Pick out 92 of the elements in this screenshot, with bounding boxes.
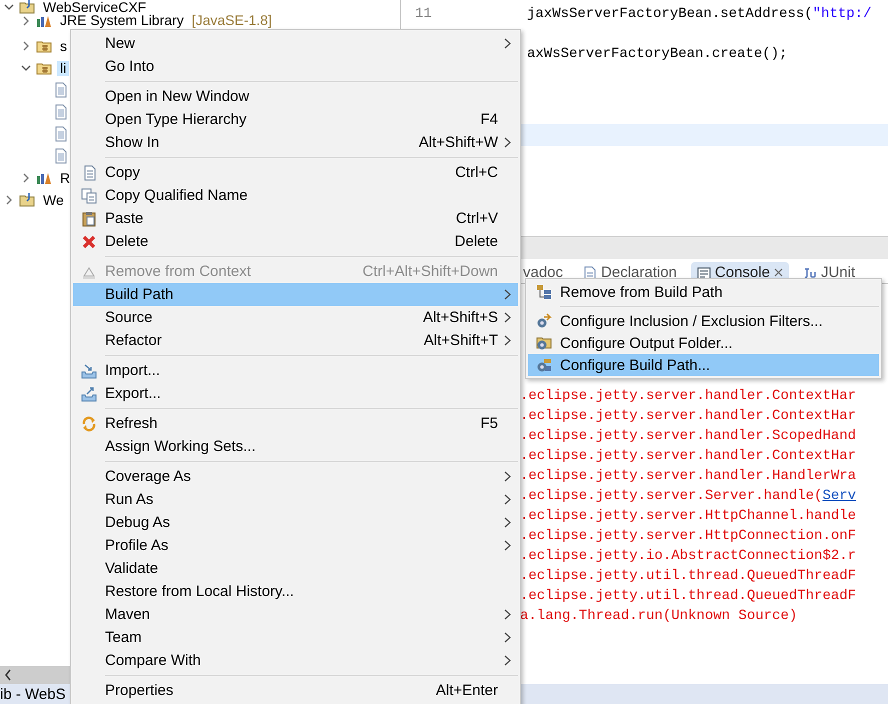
line-number: 11 [414,6,433,22]
chevron-icon[interactable] [21,63,31,73]
menu-item[interactable]: Refresh F5 [73,412,518,435]
library-icon [536,284,552,300]
refresh-icon [81,416,97,432]
shortcut-label: Ctrl+V [456,210,498,227]
console-line: .eclipse.jetty.server.handler.HandlerWra [520,467,858,486]
source-link[interactable]: Serv [822,488,856,504]
gear-library-icon [536,357,552,373]
menu-item[interactable]: Maven [73,603,518,626]
project-folder-icon [19,192,35,208]
scroll-left-icon[interactable] [4,669,12,681]
menu-item[interactable]: Paste Ctrl+V [73,207,518,230]
close-icon[interactable] [774,268,783,277]
import-icon [81,362,97,378]
tree-item[interactable]: s [57,38,70,54]
console-line: .eclipse.jetty.util.thread.QueuedThreadF [520,587,858,606]
menu-item[interactable]: Build Path [73,283,518,306]
console-line: .eclipse.jetty.server.HttpChannel.handle [520,507,858,526]
chevron-icon[interactable] [21,41,31,51]
shortcut-label: Alt+Shift+T [424,332,498,349]
view-tab[interactable]: JUnit [796,262,862,283]
menu-item[interactable]: Show In Alt+Shift+W [73,131,518,154]
console-line: .eclipse.jetty.io.AbstractConnection$2.r [520,547,858,566]
menu-item[interactable]: Team [73,626,518,649]
console-line: .eclipse.jetty.server.handler.ContextHar [520,447,858,466]
menu-item[interactable]: Go Into [73,55,518,78]
shortcut-label: Delete [454,233,498,250]
file-icon [53,148,69,164]
file-icon [53,126,69,142]
console-line: .eclipse.jetty.server.Server.handle(Serv [520,487,858,506]
chevron-icon[interactable] [21,173,31,183]
shortcut-label: F5 [480,415,498,432]
shortcut-label: Alt+Shift+S [422,309,498,326]
shortcut-label: Alt+Enter [436,682,498,699]
folder-gear-icon [536,335,552,351]
shortcut-label: F4 [480,111,498,128]
menu-item[interactable]: Copy Ctrl+C [73,161,518,184]
menu-item[interactable]: Coverage As [73,465,518,488]
menu-item[interactable]: Source Alt+Shift+S [73,306,518,329]
console-line: .eclipse.jetty.server.handler.ContextHar [520,407,858,426]
export-icon [81,386,97,402]
tree-item[interactable]: li [57,60,70,76]
menu-item[interactable]: Debug As [73,511,518,534]
console-line: .eclipse.jetty.server.HttpConnection.onF [520,527,858,546]
document-icon [583,266,598,280]
chevron-icon[interactable] [4,2,14,12]
menu-item[interactable]: Import... [73,359,518,382]
chevron-icon[interactable] [4,195,14,205]
tree-item-decoration: [JavaSE-1.8] [192,14,272,27]
delete-icon [81,234,97,250]
tree-item[interactable]: JRE System Library [57,13,187,28]
tree-item[interactable]: R [57,170,74,186]
shortcut-label: Alt+Shift+W [418,134,498,151]
console-line: a.lang.Thread.run(Unknown Source) [520,607,798,626]
menu-item[interactable]: New [73,32,518,55]
menu-item[interactable]: Restore from Local History... [73,580,518,603]
menu-item[interactable]: Open Type Hierarchy F4 [73,108,518,131]
console-line: .eclipse.jetty.util.thread.QueuedThreadF [520,567,858,586]
code-line: jaxWsServerFactoryBean.setAddress("http:/ [527,6,872,22]
menu-item[interactable]: Configure Inclusion / Exclusion Filters... [528,310,879,332]
status-text: ib - WebS [0,686,66,702]
console-line: .eclipse.jetty.server.handler.ContextHar [520,387,858,406]
project-folder-icon [19,0,35,15]
menu-item[interactable]: Assign Working Sets... [73,435,518,458]
menu-item[interactable]: Refactor Alt+Shift+T [73,329,518,352]
menu-item[interactable]: Run As [73,488,518,511]
menu-item[interactable]: Remove from Build Path [528,281,879,303]
menu-item[interactable]: Properties Alt+Enter [73,679,518,702]
console-line: .eclipse.jetty.server.handler.ScopedHand [520,427,858,446]
chevron-icon[interactable] [21,16,31,26]
menu-item[interactable]: Configure Output Folder... [528,332,879,354]
junit-icon [802,266,817,280]
menu-item[interactable]: Open in New Window [73,85,518,108]
shortcut-label: Ctrl+C [455,164,498,181]
file-icon [53,104,69,120]
clipboard-icon [81,210,97,226]
menu-item[interactable]: Compare With [73,649,518,672]
pages-icon [81,188,97,204]
menu-item[interactable]: Copy Qualified Name [73,184,518,207]
tree-item[interactable]: WebServiceCXF [40,0,150,14]
shortcut-label: Ctrl+Alt+Shift+Down [362,263,498,280]
menu-item[interactable]: Configure Build Path... [528,354,879,376]
menu-item[interactable]: Delete Delete [73,230,518,253]
menu-item[interactable]: Validate [73,557,518,580]
filter-gear-icon [536,313,552,329]
file-icon [53,82,69,98]
tree-item[interactable]: We [40,192,67,208]
console-icon [696,266,711,280]
code-line: axWsServerFactoryBean.create(); [527,46,788,62]
menu-item[interactable]: Export... [73,382,518,405]
menu-item[interactable]: Profile As [73,534,518,557]
